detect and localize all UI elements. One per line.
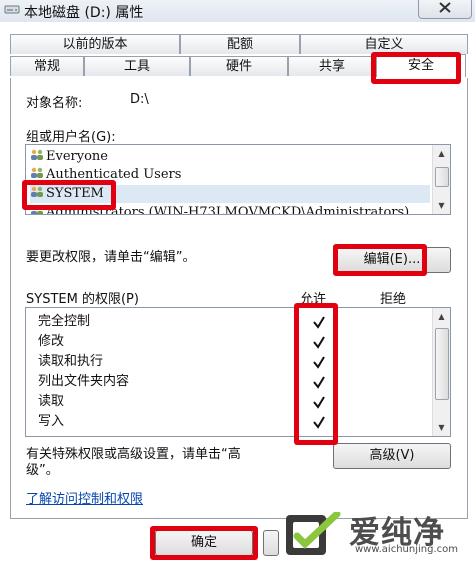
perm-full-control: 完全控制 [38,314,91,329]
user-everyone[interactable]: Everyone [30,148,108,166]
cancel-button[interactable] [263,530,279,556]
scroll-down-arrow[interactable]: ▼ [433,197,450,214]
highlight-security-tab [371,52,461,84]
watermark-logo [286,512,341,555]
highlight-ok-button [150,526,258,560]
close-icon [439,2,451,13]
tab-hardware[interactable]: 硬件 [190,56,288,76]
permissions-label: SYSTEM 的权限(P) [26,292,139,307]
scroll-up-arrow[interactable]: ▲ [433,145,450,162]
tab-general[interactable]: 常规 [10,56,84,76]
users-scrollbar[interactable]: ▲ ▼ [432,145,450,214]
permissions-listbox[interactable]: 完全控制 修改 读取和执行 列出文件夹内容 读取 写入 ▲ ▼ [25,307,451,437]
title-bar: 本地磁盘 (D:) 属性 [0,0,475,22]
highlight-system-user [22,180,116,210]
tab-quota[interactable]: 配额 [180,34,300,54]
scroll-down-arrow[interactable]: ▼ [433,419,450,436]
perm-read: 读取 [38,394,65,409]
scroll-thumb[interactable] [435,328,449,400]
scroll-up-arrow[interactable]: ▲ [433,308,450,325]
window-title: 本地磁盘 (D:) 属性 [24,5,144,21]
drive-icon [4,5,20,14]
users-icon [31,167,43,178]
tab-tools[interactable]: 工具 [84,56,190,76]
tab-previous-versions[interactable]: 以前的版本 [10,34,180,54]
perm-modify: 修改 [38,334,65,349]
advanced-button[interactable]: 高级(V) [333,443,451,469]
scroll-thumb[interactable] [435,167,449,187]
tab-customize[interactable]: 自定义 [300,34,468,54]
advanced-hint-line2: 级”。 [26,463,59,478]
perm-write: 写入 [38,414,65,429]
tab-sharing[interactable]: 共享 [288,56,376,76]
object-name-label: 对象名称: [26,96,83,111]
permissions-scrollbar[interactable]: ▲ ▼ [432,308,450,436]
groups-label: 组或用户名(G): [26,130,116,145]
deny-column-header: 拒绝 [380,292,407,307]
change-hint: 要更改权限，请单击“编辑”。 [26,250,196,265]
highlight-allow-column [294,303,338,445]
watermark-url: www.aichunjing.com [355,544,458,555]
perm-list-folder: 列出文件夹内容 [38,374,130,389]
object-name-value: D:\ [130,92,149,107]
learn-access-control-link[interactable]: 了解访问控制和权限 [26,488,143,507]
users-icon [31,149,43,160]
close-button[interactable] [418,0,472,19]
perm-read-execute: 读取和执行 [38,354,104,369]
highlight-edit-button [333,244,427,276]
